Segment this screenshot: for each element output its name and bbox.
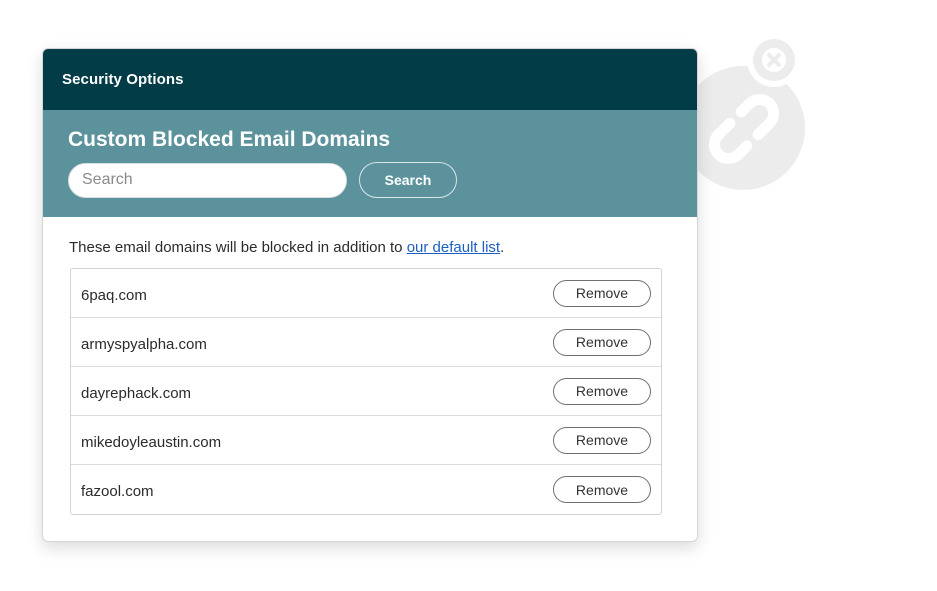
section-heading: Custom Blocked Email Domains (68, 128, 391, 151)
domain-row: dayrephack.com Remove (71, 367, 661, 416)
remove-button[interactable]: Remove (553, 377, 651, 405)
domain-name: armyspyalpha.com (81, 335, 207, 353)
content-area: These email domains will be blocked in a… (43, 217, 697, 515)
intro-text-suffix: . (500, 239, 505, 256)
card-title: Security Options (62, 71, 184, 88)
remove-button[interactable]: Remove (553, 328, 651, 356)
search-button[interactable]: Search (359, 162, 457, 198)
intro-text: These email domains will be blocked in a… (69, 239, 671, 257)
domain-name: 6paq.com (81, 286, 147, 304)
domain-name: fazool.com (81, 483, 154, 500)
domain-row: mikedoyleaustin.com Remove (71, 416, 661, 465)
default-list-link[interactable]: our default list (407, 239, 500, 256)
domain-row: fazool.com Remove (71, 465, 661, 514)
remove-button[interactable]: Remove (553, 279, 651, 307)
search-band: Custom Blocked Email Domains Search (43, 110, 697, 217)
search-input[interactable] (68, 162, 347, 198)
card-header: Security Options (43, 49, 697, 110)
domain-name: mikedoyleaustin.com (81, 433, 222, 451)
domain-name: dayrephack.com (81, 384, 192, 402)
remove-button[interactable]: Remove (553, 476, 651, 503)
remove-button[interactable]: Remove (553, 426, 651, 454)
intro-text-main: These email domains will be blocked in a… (69, 239, 407, 256)
domain-list: 6paq.com Remove armyspyalpha.com Remove … (70, 268, 662, 515)
domain-row: 6paq.com Remove (71, 269, 661, 318)
security-options-card: Security Options Custom Blocked Email Do… (42, 48, 698, 542)
domain-row: armyspyalpha.com Remove (71, 318, 661, 367)
search-row: Search (68, 162, 457, 198)
broken-link-badge-icon (688, 33, 805, 190)
